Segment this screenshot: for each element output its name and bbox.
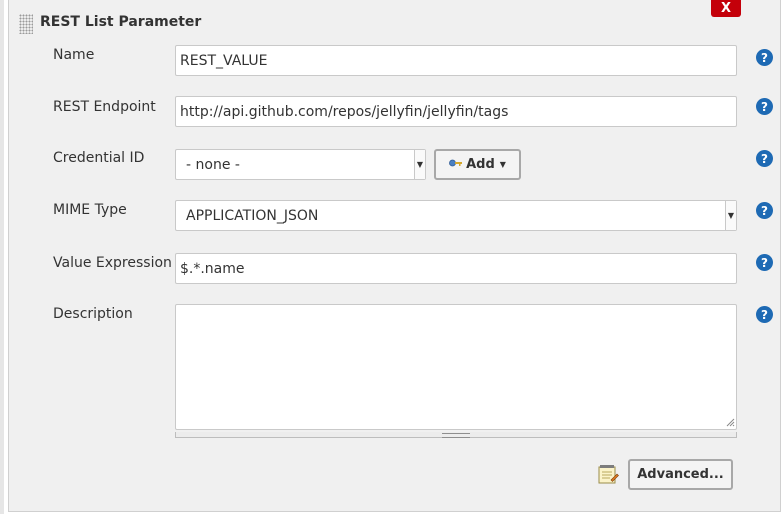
- rest-endpoint-label: REST Endpoint: [53, 99, 156, 115]
- section-title: REST List Parameter: [40, 14, 202, 30]
- caret-down-icon: ▼: [725, 201, 736, 230]
- textarea-expand-handle[interactable]: [175, 432, 737, 438]
- name-help-icon[interactable]: ?: [756, 49, 773, 66]
- credential-id-label: Credential ID: [53, 150, 145, 166]
- credential-select[interactable]: - none - ▼: [175, 149, 426, 180]
- description-help-icon[interactable]: ?: [756, 306, 773, 323]
- name-input[interactable]: [175, 45, 737, 76]
- caret-down-icon: ▼: [414, 150, 425, 179]
- description-label: Description: [53, 306, 133, 322]
- key-icon: [449, 157, 463, 172]
- value-expression-input[interactable]: [175, 253, 737, 284]
- credential-selected-value: - none -: [186, 156, 240, 173]
- notepad-icon[interactable]: [597, 463, 619, 485]
- add-label: Add: [466, 157, 495, 172]
- value-expression-help-icon[interactable]: ?: [756, 254, 773, 271]
- resize-grip-icon[interactable]: [726, 418, 735, 427]
- handle-grip-icon: [442, 433, 470, 438]
- mime-type-label: MIME Type: [53, 202, 127, 218]
- advanced-button[interactable]: Advanced...: [628, 459, 733, 490]
- description-textarea[interactable]: [175, 304, 737, 430]
- add-credential-button[interactable]: Add ▼: [434, 149, 521, 180]
- drag-handle-icon[interactable]: [19, 14, 33, 34]
- caret-down-icon: ▼: [499, 160, 506, 169]
- value-expression-label: Value Expression: [53, 255, 172, 271]
- left-stripe: [0, 0, 4, 514]
- rest-endpoint-input[interactable]: [175, 96, 737, 127]
- rest-endpoint-help-icon[interactable]: ?: [756, 98, 773, 115]
- mime-type-help-icon[interactable]: ?: [756, 202, 773, 219]
- credential-help-icon[interactable]: ?: [756, 150, 773, 167]
- close-button[interactable]: X: [711, 0, 741, 17]
- name-label: Name: [53, 47, 95, 63]
- mime-selected-value: APPLICATION_JSON: [186, 207, 319, 224]
- mime-type-select[interactable]: APPLICATION_JSON ▼: [175, 200, 737, 231]
